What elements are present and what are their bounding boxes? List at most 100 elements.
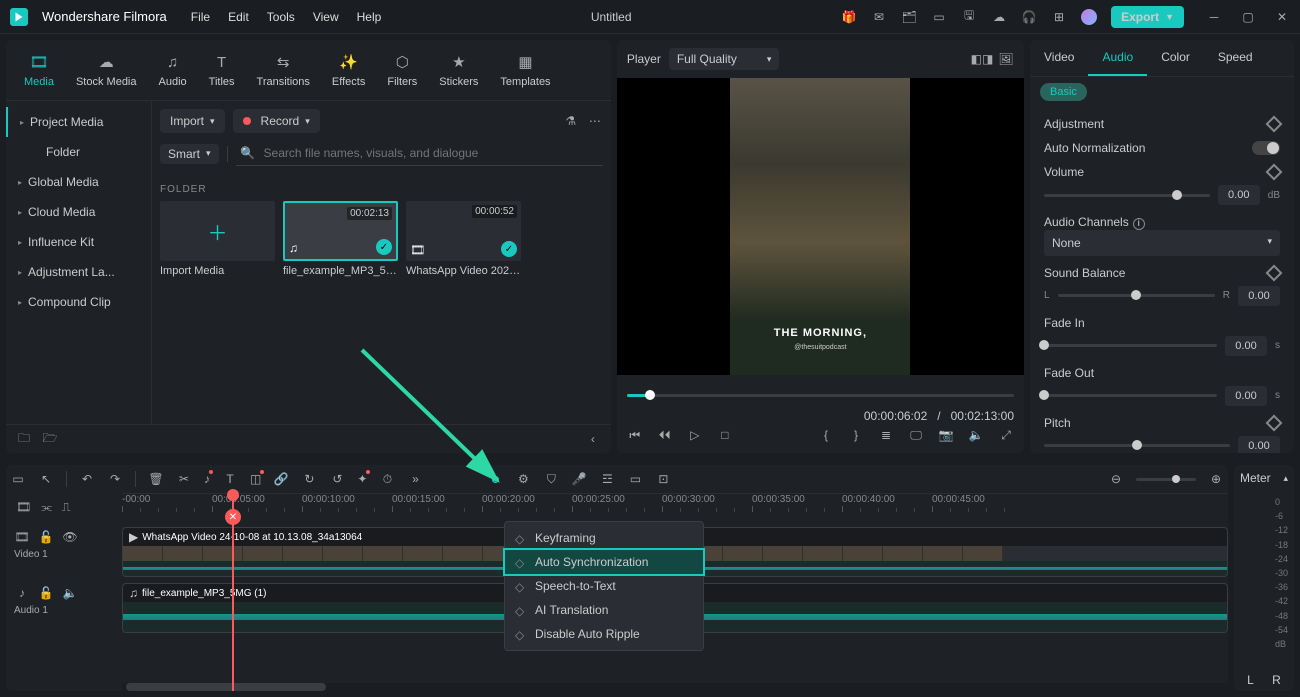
new-folder-icon[interactable]: 🗀 — [16, 431, 32, 447]
volume-slider[interactable] — [1044, 194, 1210, 197]
ctx-speech-to-text[interactable]: ◇Speech-to-Text — [505, 574, 703, 598]
props-tab-color[interactable]: Color — [1147, 40, 1204, 76]
sidebar-adjustment-la-[interactable]: ▸Adjustment La... — [6, 257, 151, 287]
thumb-add[interactable]: ＋Import Media — [160, 201, 275, 277]
image-icon[interactable]: 🖼 — [998, 51, 1014, 67]
keyframe-icon[interactable] — [1266, 414, 1283, 431]
props-tab-speed[interactable]: Speed — [1204, 40, 1267, 76]
volume-value[interactable]: 0.00 — [1218, 185, 1260, 205]
rotate-icon[interactable]: ↻ — [301, 471, 317, 487]
apps-icon[interactable]: ⊞ — [1051, 9, 1067, 25]
thumb-video[interactable]: 00:00:52🎞✓WhatsApp Video 2024... — [406, 201, 521, 277]
seek-bar[interactable] — [627, 389, 1014, 401]
media-icon[interactable]: 🗂 — [901, 9, 917, 25]
info-icon[interactable]: i — [1133, 218, 1145, 230]
search-input[interactable] — [264, 146, 599, 160]
sidebar-project-media[interactable]: ▸Project Media — [6, 107, 151, 137]
crop-icon[interactable]: ◫ — [250, 472, 261, 486]
headset-icon[interactable]: 🎧 — [1021, 9, 1037, 25]
media-tab-templates[interactable]: ▦Templates — [494, 48, 556, 92]
sidebar-global-media[interactable]: ▸Global Media — [6, 167, 151, 197]
fade-in-slider[interactable] — [1044, 344, 1217, 347]
zoom-in-icon[interactable]: ⊕ — [1208, 471, 1224, 487]
sidebar-folder[interactable]: Folder — [6, 137, 151, 167]
compare-icon[interactable]: ◧◨ — [974, 51, 990, 67]
undo-icon[interactable]: ↶ — [79, 471, 95, 487]
props-tab-audio[interactable]: Audio — [1088, 40, 1147, 76]
gift-icon[interactable]: 🎁 — [841, 9, 857, 25]
auto-icon[interactable]: ✦ — [357, 472, 367, 486]
eye-icon[interactable]: 👁 — [62, 529, 78, 545]
ctx-keyframing[interactable]: ◇Keyframing — [505, 526, 703, 550]
stop-icon[interactable]: □ — [717, 427, 733, 443]
ctx-ai-translation[interactable]: ◇AI Translation — [505, 598, 703, 622]
mark-out-icon[interactable]: } — [848, 427, 864, 443]
basic-pill[interactable]: Basic — [1040, 83, 1087, 101]
lock-icon[interactable]: 🔓 — [38, 585, 54, 601]
save-icon[interactable]: 🖫 — [961, 9, 977, 25]
menu-help[interactable]: Help — [357, 10, 382, 24]
snapshot-icon[interactable]: 📷 — [938, 427, 954, 443]
pitch-value[interactable]: 0.00 — [1238, 436, 1280, 454]
redo-icon[interactable]: ↷ — [107, 471, 123, 487]
ratio-icon[interactable]: ▭ — [627, 471, 643, 487]
select-icon[interactable]: ↖ — [38, 471, 54, 487]
import-button[interactable]: Import▾ — [160, 109, 225, 133]
project-icon[interactable]: ⊡ — [655, 471, 671, 487]
pitch-slider[interactable] — [1044, 444, 1230, 447]
reverse-icon[interactable]: ↺ — [329, 471, 345, 487]
link-icon[interactable]: 🔗 — [273, 471, 289, 487]
track-audio-icon[interactable]: ⎍ — [62, 499, 70, 515]
expand-tools-icon[interactable]: » — [407, 471, 423, 487]
track-video-icon[interactable]: 🎞 — [16, 499, 31, 515]
balance-slider[interactable] — [1058, 294, 1215, 297]
fade-out-value[interactable]: 0.00 — [1225, 386, 1267, 406]
filter-icon[interactable]: ⚗ — [563, 113, 579, 129]
keyframe-icon[interactable] — [1266, 116, 1283, 133]
quality-dropdown[interactable]: Full Quality▾ — [669, 48, 780, 70]
media-tab-audio[interactable]: ♫Audio — [153, 48, 193, 92]
mute-icon[interactable]: 🔈 — [968, 427, 984, 443]
folder-open-icon[interactable]: 🗁 — [42, 431, 58, 447]
export-button[interactable]: Export▼ — [1111, 6, 1184, 28]
send-icon[interactable]: ✉ — [871, 9, 887, 25]
play-icon[interactable]: ▷ — [687, 427, 703, 443]
maximize-icon[interactable]: ▢ — [1240, 9, 1256, 25]
minimize-icon[interactable]: ─ — [1206, 9, 1222, 25]
mute-icon[interactable]: 🔈 — [62, 585, 78, 601]
track-link-icon[interactable]: ⫘ — [41, 499, 52, 515]
display-icon[interactable]: 🖵 — [908, 427, 924, 443]
music-icon[interactable]: ♪ — [204, 472, 210, 486]
sidebar-influence-kit[interactable]: ▸Influence Kit — [6, 227, 151, 257]
menu-tools[interactable]: Tools — [267, 10, 295, 24]
split-icon[interactable]: ✂ — [176, 471, 192, 487]
keyframe-icon[interactable] — [1266, 264, 1283, 281]
sidebar-compound-clip[interactable]: ▸Compound Clip — [6, 287, 151, 317]
sidebar-cloud-media[interactable]: ▸Cloud Media — [6, 197, 151, 227]
media-tab-stickers[interactable]: ★Stickers — [433, 48, 484, 92]
media-tab-media[interactable]: 🎞Media — [18, 48, 60, 92]
avatar[interactable] — [1081, 9, 1097, 25]
settings-icon[interactable]: ⚙ — [515, 471, 531, 487]
fade-in-value[interactable]: 0.00 — [1225, 336, 1267, 356]
mark-in-icon[interactable]: { — [818, 427, 834, 443]
record-button[interactable]: Record▾ — [233, 109, 320, 133]
timeline-scrollbar[interactable] — [122, 683, 1228, 691]
ai-icon[interactable]: ☻ — [487, 471, 503, 487]
step-back-icon[interactable]: ⏴⏴ — [657, 427, 673, 443]
video-preview[interactable]: THE MORNING, @thesuitpodcast — [617, 78, 1024, 375]
props-tab-video[interactable]: Video — [1030, 40, 1088, 76]
track-type-icon[interactable]: 🎞 — [14, 529, 30, 545]
media-tab-filters[interactable]: ⬡Filters — [381, 48, 423, 92]
microphone-icon[interactable]: 🎤 — [571, 471, 587, 487]
lock-icon[interactable]: 🔓 — [38, 529, 54, 545]
pointer-icon[interactable]: ▭ — [10, 471, 26, 487]
menu-file[interactable]: File — [191, 10, 210, 24]
zoom-out-icon[interactable]: ⊖ — [1108, 471, 1124, 487]
screen-icon[interactable]: ▭ — [931, 9, 947, 25]
menu-edit[interactable]: Edit — [228, 10, 249, 24]
thumb-audio[interactable]: 00:02:13♫✓file_example_MP3_5M... — [283, 201, 398, 277]
marker-list-icon[interactable]: ≣ — [878, 427, 894, 443]
smart-button[interactable]: Smart▾ — [160, 144, 219, 164]
shield-icon[interactable]: ⛉ — [543, 471, 559, 487]
